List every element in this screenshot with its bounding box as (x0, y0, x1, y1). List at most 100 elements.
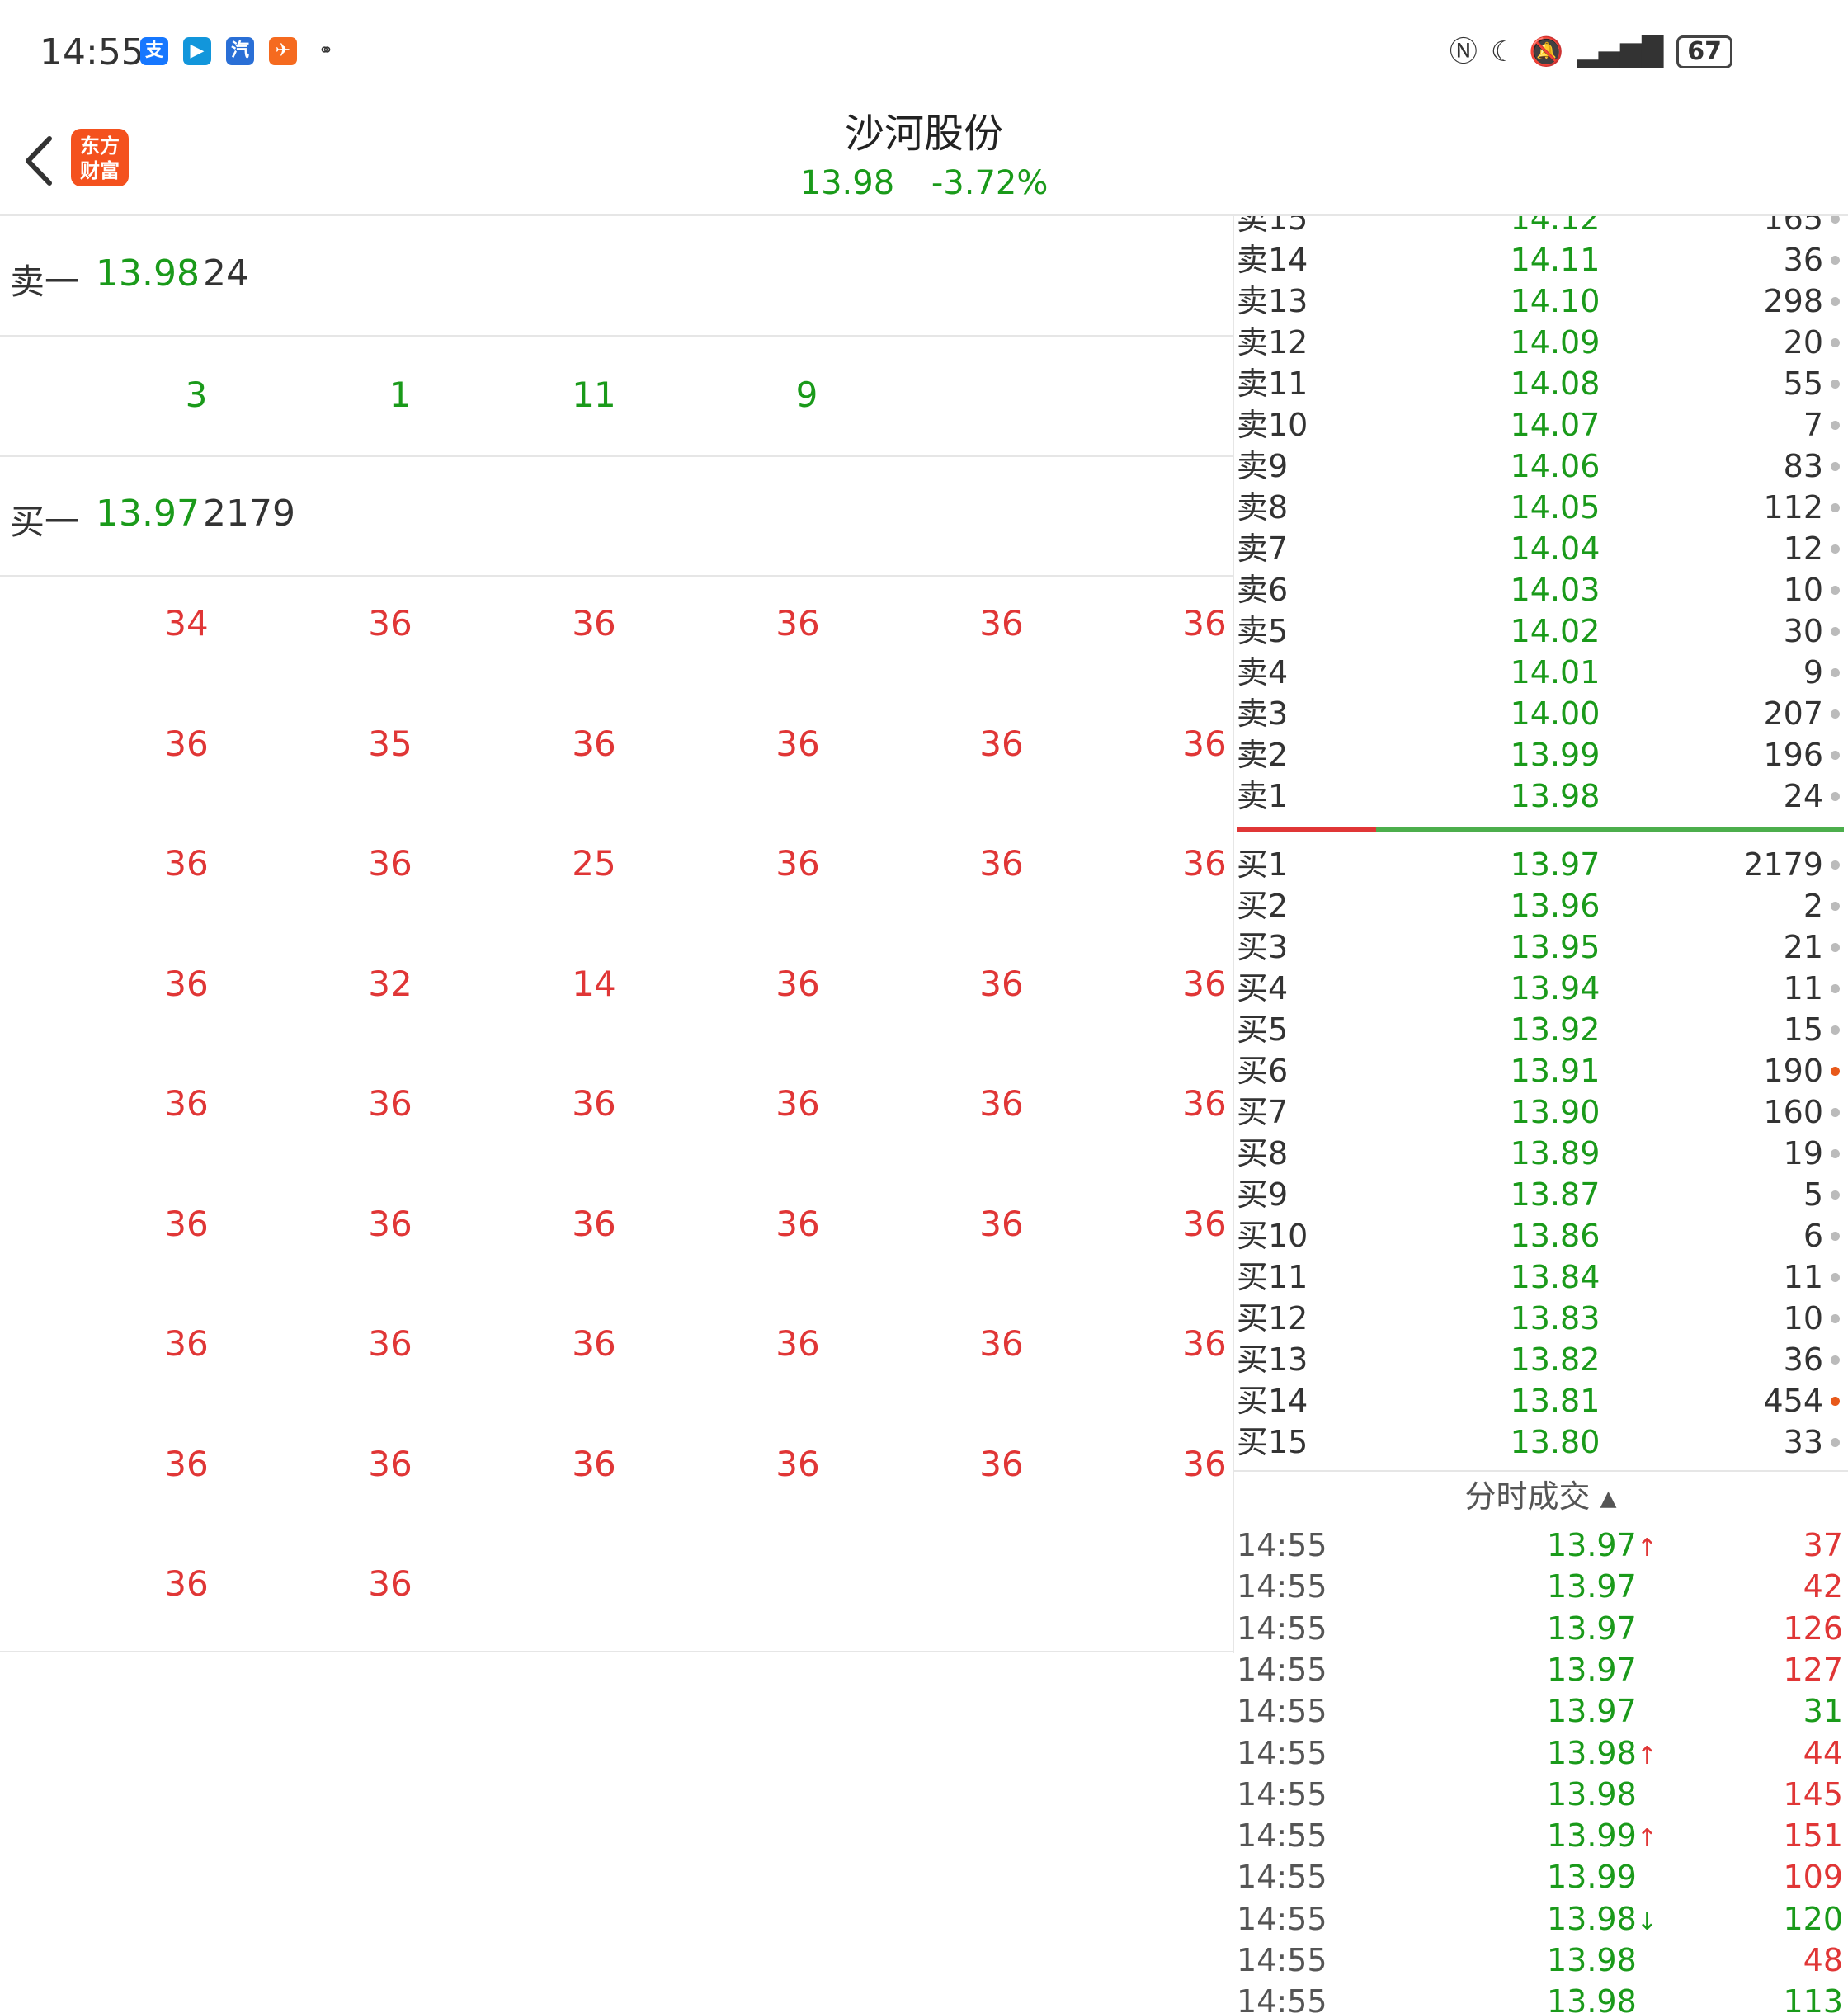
trade-price-value: 13.98 (1547, 1983, 1637, 2013)
bid-level-volume: 10 (1783, 1300, 1823, 1336)
ask-level-volume: 20 (1783, 324, 1823, 361)
ask-level-row[interactable]: 卖10 14.07 7 (1233, 404, 1848, 446)
bid-level-volume: 454 (1763, 1383, 1823, 1419)
ask-level-row[interactable]: 卖2 13.99 196 (1233, 734, 1848, 776)
trades-header[interactable]: 分时成交 ▲ (1233, 1470, 1848, 1521)
battery-indicator: 67 (1676, 35, 1732, 68)
trade-row: 14:55 13.97 127 (1233, 1649, 1848, 1690)
buy-queue-volume: 34 (164, 603, 209, 644)
bid-level-row[interactable]: 买12 13.83 10 (1233, 1298, 1848, 1339)
buy-queue-volume: 36 (979, 843, 1024, 884)
ask-level-row[interactable]: 卖3 14.00 207 (1233, 693, 1848, 734)
level-dot-icon (1831, 627, 1840, 636)
ask-level-row[interactable]: 卖14 14.11 36 (1233, 239, 1848, 280)
ask-level-row[interactable]: 卖7 14.04 12 (1233, 528, 1848, 569)
bid-level-volume: 160 (1763, 1094, 1823, 1130)
buy-queue-volume: 36 (368, 1203, 412, 1244)
bid-level-row[interactable]: 买10 13.86 6 (1233, 1215, 1848, 1256)
trade-price-value: 13.97 (1547, 1610, 1637, 1647)
level-dot-icon (1831, 462, 1840, 471)
ask-level-price: 14.04 (1510, 530, 1600, 567)
bid-level-price: 13.80 (1510, 1424, 1600, 1460)
trade-price: 13.97↑ (1547, 1525, 1657, 1569)
ask-level-volume: 36 (1783, 242, 1823, 278)
ask-level-row[interactable]: 卖4 14.01 9 (1233, 652, 1848, 693)
bid-level-volume: 190 (1763, 1053, 1823, 1089)
trade-time: 14:55 (1237, 1693, 1327, 1730)
ask-level-label: 卖15 (1237, 216, 1308, 237)
sell-one-price: 13.98 (96, 252, 200, 295)
trade-volume: 48 (1803, 1942, 1843, 1978)
arrow-down-icon: ↓ (1636, 1907, 1657, 1936)
ask-level-label: 卖9 (1237, 448, 1289, 484)
bid-level-row[interactable]: 买13 13.82 36 (1233, 1339, 1848, 1380)
ask-level-row[interactable]: 卖11 14.08 55 (1233, 363, 1848, 404)
level-dot-icon (1831, 943, 1840, 952)
moon-icon: ☾ (1490, 35, 1516, 68)
buy-queue-volume: 36 (368, 1323, 412, 1364)
level-dot-icon (1831, 902, 1840, 911)
trade-price: 13.98↓ (1547, 1898, 1657, 1943)
trade-volume: 151 (1783, 1817, 1843, 1855)
trade-price-value: 13.97 (1547, 1693, 1637, 1730)
bid-level-label: 买5 (1237, 1011, 1289, 1048)
bid-level-price: 13.94 (1510, 970, 1600, 1006)
bid-level-row[interactable]: 买8 13.89 19 (1233, 1133, 1848, 1174)
buy-one-price: 13.97 (96, 493, 200, 535)
bid-level-label: 买1 (1237, 846, 1289, 883)
bid-level-row[interactable]: 买11 13.84 11 (1233, 1256, 1848, 1298)
level-dot-icon (1831, 338, 1840, 347)
ask-level-label: 卖11 (1237, 365, 1308, 402)
ask-level-row[interactable]: 卖8 14.05 112 (1233, 487, 1848, 528)
level-dot-icon (1831, 297, 1840, 306)
level-dot-icon (1831, 1232, 1840, 1241)
trade-price-value: 13.98 (1547, 1900, 1637, 1937)
bid-ask-ratio-bar (1237, 827, 1844, 832)
ask-level-price: 14.09 (1510, 324, 1600, 361)
bid-level-row[interactable]: 买3 13.95 21 (1233, 926, 1848, 968)
bid-level-volume: 2179 (1743, 846, 1823, 883)
bid-level-row[interactable]: 买9 13.87 5 (1233, 1174, 1848, 1215)
trade-price-value: 13.98 (1547, 1942, 1637, 1978)
ask-level-row[interactable]: 卖6 14.03 10 (1233, 569, 1848, 610)
buy-queue-volume: 36 (979, 963, 1024, 1004)
sell-one-row[interactable]: 卖一 13.98 24 (0, 216, 1233, 337)
ask-level-row[interactable]: 卖5 14.02 30 (1233, 610, 1848, 652)
bid-level-row[interactable]: 买2 13.96 2 (1233, 885, 1848, 926)
ask-level-row[interactable]: 卖1 13.98 24 (1233, 776, 1848, 817)
bid-level-volume: 11 (1783, 970, 1823, 1006)
bid-level-row[interactable]: 买5 13.92 15 (1233, 1009, 1848, 1050)
buy-queue-volume: 36 (368, 1563, 412, 1604)
bid-level-volume: 19 (1783, 1135, 1823, 1172)
trade-time: 14:55 (1237, 1568, 1327, 1605)
bid-level-price: 13.92 (1510, 1011, 1600, 1048)
bid-level-price: 13.84 (1510, 1259, 1600, 1295)
bid-level-row[interactable]: 买4 13.94 11 (1233, 968, 1848, 1009)
ask-level-row[interactable]: 卖13 14.10 298 (1233, 280, 1848, 322)
ask-level-row[interactable]: 卖15 14.12 165 (1233, 216, 1848, 239)
ask-level-row[interactable]: 卖9 14.06 83 (1233, 446, 1848, 487)
level-dot-icon (1831, 1397, 1840, 1406)
bid-level-row[interactable]: 买6 13.91 190 (1233, 1050, 1848, 1091)
bid-level-row[interactable]: 买1 13.97 2179 (1233, 844, 1848, 885)
arrow-up-icon: ↑ (1636, 1824, 1657, 1854)
trade-row: 14:55 13.98 48 (1233, 1940, 1848, 1981)
ask-level-price: 14.02 (1510, 613, 1600, 649)
bid-level-volume: 6 (1803, 1218, 1823, 1254)
bid-level-row[interactable]: 买7 13.90 160 (1233, 1091, 1848, 1133)
bid-level-row[interactable]: 买15 13.80 33 (1233, 1421, 1848, 1463)
link-icon: ⚭ (312, 37, 340, 65)
ask-level-row[interactable]: 卖12 14.09 20 (1233, 322, 1848, 363)
buy-queue-volume: 36 (164, 723, 209, 764)
trade-row: 14:55 13.97 42 (1233, 1566, 1848, 1607)
buy-queue-volume: 36 (164, 1323, 209, 1364)
ask-level-label: 卖4 (1237, 654, 1289, 691)
ask-level-price: 14.12 (1510, 216, 1600, 237)
ask-level-price: 13.98 (1510, 778, 1600, 814)
bid-level-row[interactable]: 买14 13.81 454 (1233, 1380, 1848, 1421)
bid-level-label: 买6 (1237, 1053, 1289, 1089)
level-dot-icon (1831, 1149, 1840, 1158)
bid-level-price: 13.95 (1510, 929, 1600, 965)
level-dot-icon (1831, 1190, 1840, 1200)
buy-one-row[interactable]: 买一 13.97 2179 (0, 456, 1233, 577)
